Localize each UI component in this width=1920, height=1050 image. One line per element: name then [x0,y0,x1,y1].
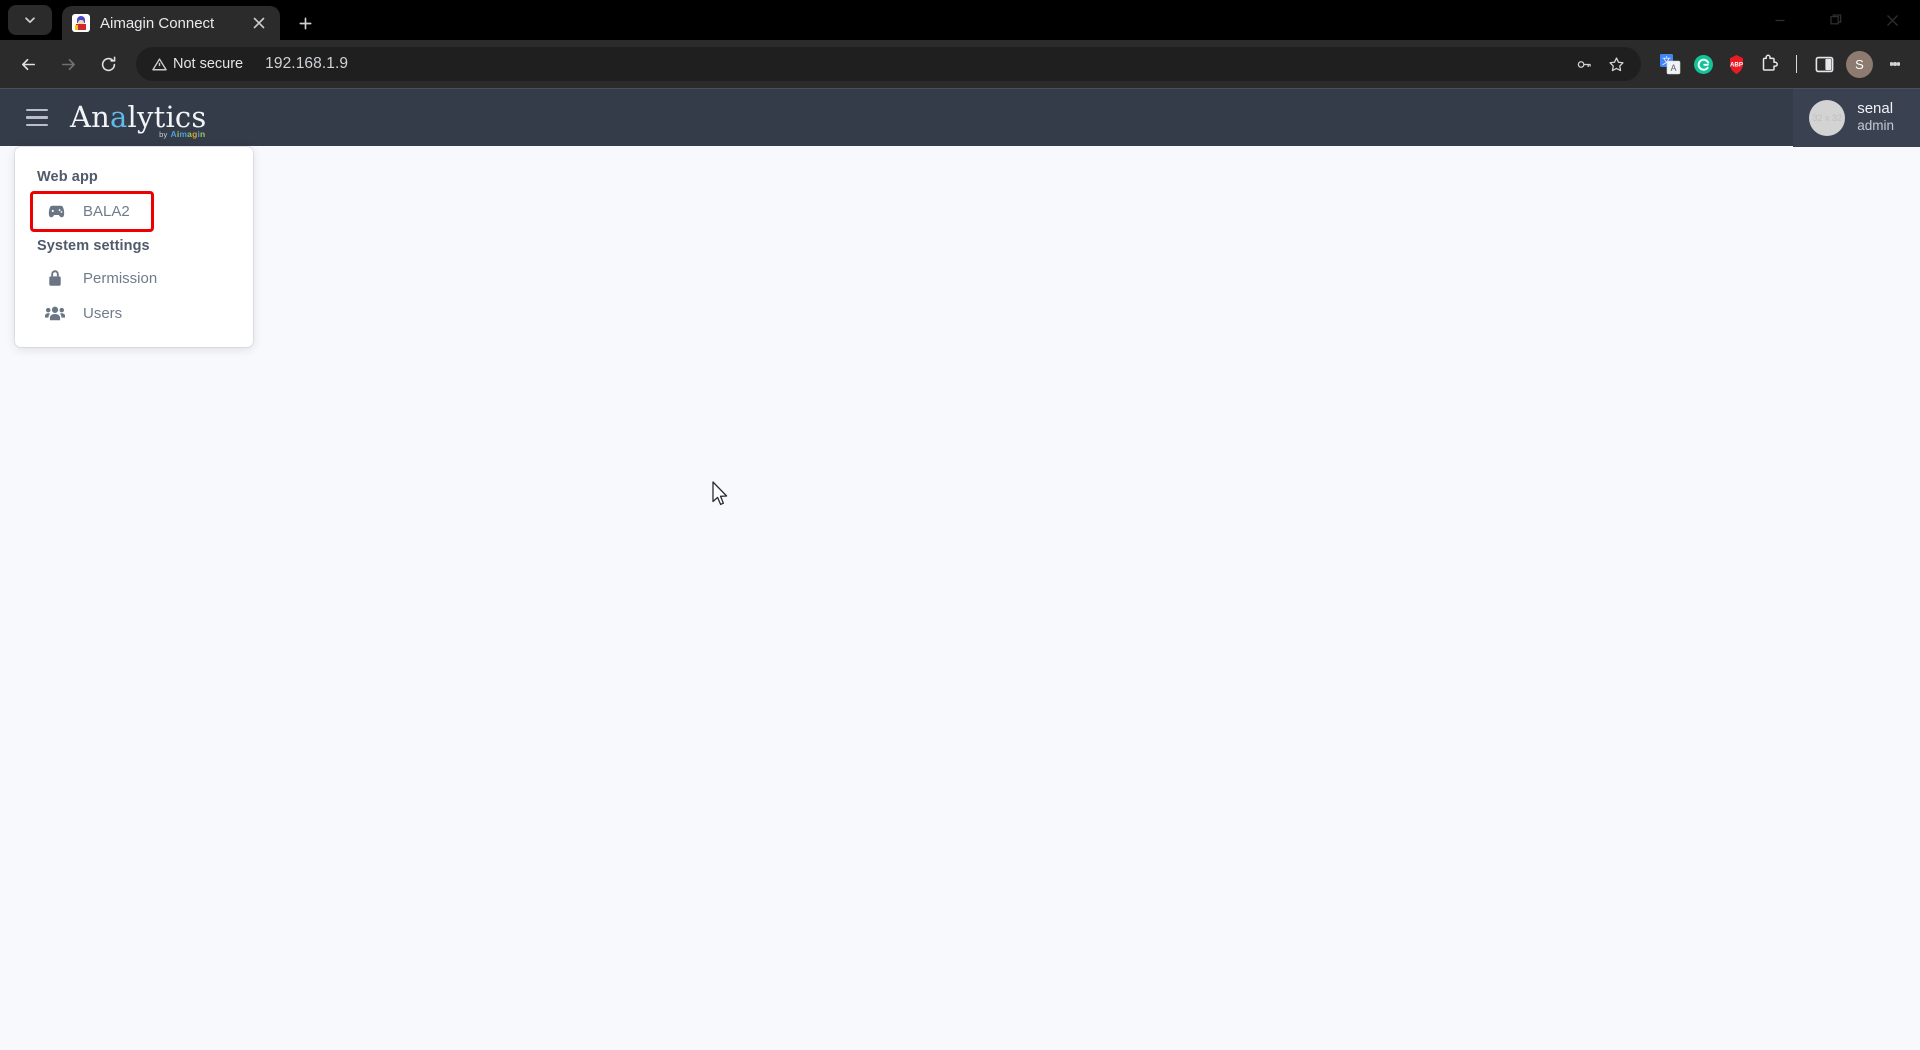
minimize-icon [1775,19,1785,22]
kebab-dot [1896,62,1901,66]
back-button[interactable] [10,46,46,82]
site-security-button[interactable]: Not secure [139,50,255,78]
reload-icon [101,55,115,71]
browser-menu-button[interactable] [1880,49,1910,79]
omnibox-actions [1569,49,1637,79]
hamburger-line [26,123,48,127]
menu-item-label: Permission [83,269,158,287]
chevron-down-icon [25,17,35,24]
back-arrow-icon [21,58,35,70]
url-text: 192.168.1.9 [265,55,349,72]
tab-close-button[interactable] [248,12,270,34]
close-icon [1886,14,1898,26]
window-close-button[interactable] [1864,0,1920,40]
reload-button[interactable] [90,46,126,82]
hamburger-line [26,108,48,112]
brand-company-label: Aimagin [170,129,206,139]
address-bar[interactable]: Not secure 192.168.1.9 [136,47,1641,81]
close-icon [253,17,265,29]
browser-toolbar: Not secure 192.168.1.9 文 A ABP S [0,40,1920,88]
adblock-glyph-icon: ABP [1729,54,1743,74]
menu-section-title-system-settings: System settings [37,238,150,254]
brand-title: Analytics [70,103,206,132]
gamepad-glyph-icon [48,205,64,218]
lock-icon [45,269,65,287]
brand-highlight-letter: a [110,100,128,134]
page-viewport: Analytics by Aimagin 32 x 32 senal admin… [0,88,1920,1050]
window-minimize-button[interactable] [1752,0,1808,40]
user-name: senal [1857,99,1894,117]
tab-search-button[interactable] [8,5,52,35]
browser-titlebar: Aimagin Connect [0,0,1920,40]
brand-part1: An [70,100,111,134]
tab-title: Aimagin Connect [100,14,215,32]
user-role: admin [1857,118,1894,134]
header-user-menu[interactable]: 32 x 32 senal admin [1793,88,1920,147]
adblock-plus-icon[interactable]: ABP [1721,49,1751,79]
navigation-menu-panel: Web app BALA2 System settings Permission… [15,147,253,347]
security-status-label: Not secure [173,56,244,72]
tab-favicon-icon [72,14,90,32]
users-glyph-icon [45,306,65,321]
brand-by-label: by [159,129,168,139]
grammarly-glyph-icon [1693,54,1713,74]
menu-item-permission[interactable]: Permission [15,260,253,296]
menu-section-title-web-app: Web app [37,169,98,185]
svg-text:A: A [1670,63,1676,73]
tab-strip: Aimagin Connect [0,0,1752,40]
app-brand-logo: Analytics by Aimagin [70,103,206,140]
password-manager-button[interactable] [1569,49,1599,79]
star-icon [1608,56,1624,71]
extensions-bar: 文 A ABP S [1649,49,1910,79]
google-translate-icon[interactable]: 文 A [1655,49,1685,79]
hamburger-menu-icon[interactable] [18,99,56,137]
grammarly-icon[interactable] [1688,49,1718,79]
plus-icon [299,17,311,29]
new-tab-button[interactable] [288,6,322,40]
window-controls [1752,0,1920,40]
menu-item-label: BALA2 [83,203,130,220]
hamburger-line [26,116,48,119]
key-icon [1577,60,1591,68]
user-info: senal admin [1857,100,1894,136]
mouse-cursor [712,481,728,506]
extensions-puzzle-icon[interactable] [1754,49,1784,79]
bookmark-button[interactable] [1601,49,1631,79]
gamepad-icon [46,202,66,221]
brand-subtitle: by Aimagin [159,129,205,139]
menu-item-users[interactable]: Users [15,296,253,331]
app-header: Analytics by Aimagin 32 x 32 senal admin [0,88,1920,147]
maximize-icon [1830,14,1842,25]
side-panel-icon[interactable] [1809,49,1839,79]
translate-glyph-icon: 文 A [1660,54,1681,75]
lock-glyph-icon [49,270,61,286]
forward-button[interactable] [50,46,86,82]
toolbar-divider [1796,55,1797,73]
users-icon [45,305,65,322]
browser-tab-aimagin-connect[interactable]: Aimagin Connect [62,6,280,40]
browser-profile-avatar[interactable]: S [1846,50,1873,78]
avatar: 32 x 32 [1809,99,1846,136]
forward-arrow-icon [61,58,75,70]
browser-window: Aimagin Connect Not secure 192.168.1.9 文… [0,0,1920,1050]
puzzle-glyph-icon [1762,54,1778,71]
menu-item-bala2[interactable]: BALA2 [30,191,154,232]
svg-text:ABP: ABP [1729,61,1742,68]
warning-triangle-icon [152,57,167,70]
menu-item-label: Users [83,305,123,322]
side-panel-glyph-icon [1815,56,1833,72]
window-maximize-button[interactable] [1808,0,1864,40]
